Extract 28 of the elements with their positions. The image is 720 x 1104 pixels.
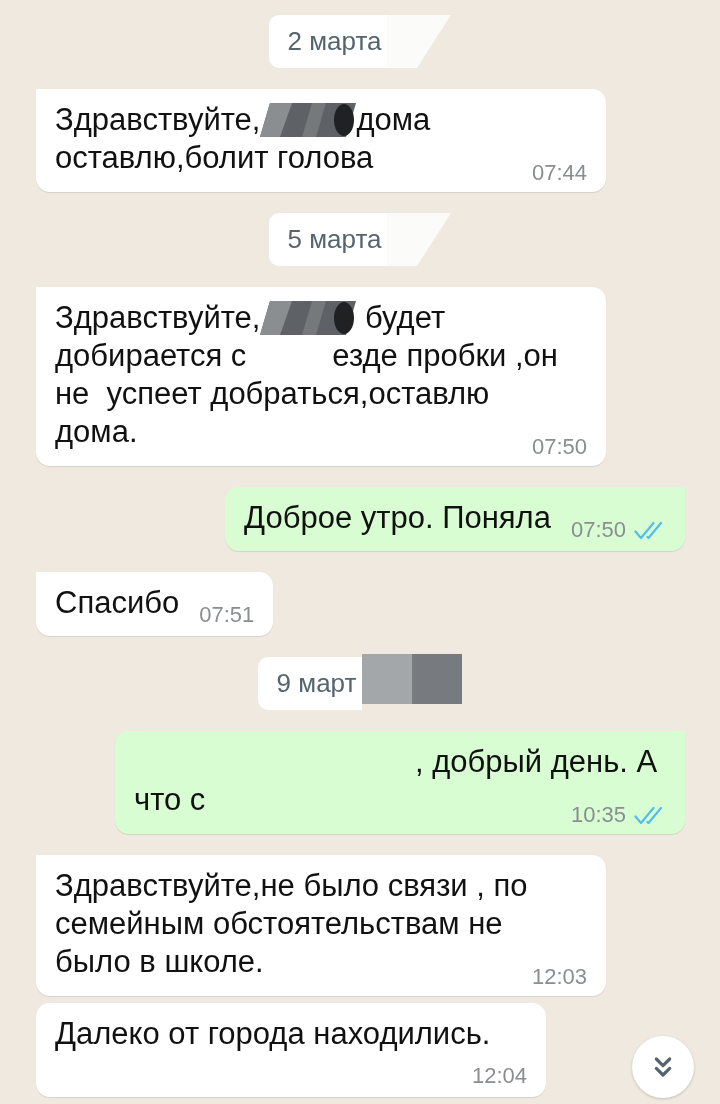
message-time: 10:35 [570,802,626,828]
message-text: дома. [55,413,138,451]
message-text: дома [356,101,431,139]
scroll-down-button[interactable] [632,1036,694,1098]
date-chip: 2 марта [268,15,388,68]
message-text: , добрый день. А [415,743,658,781]
date-chip: 9 март [257,657,363,710]
message-text: Здравствуйте,не было связи , по семейным обстоятельствам не было в школе. [55,867,528,981]
message-text: Здравствуйте, [55,101,261,139]
message-text: Далеко от города находились. [55,1015,491,1053]
redaction-smear [387,15,452,68]
message-time: 07:44 [531,160,587,186]
message-time: 12:03 [531,964,587,990]
message-time: 12:04 [471,1063,527,1089]
message-text: не успеет добраться,оставлю [55,375,490,413]
date-chip: 5 марта [268,213,388,266]
message-time: 07:50 [570,517,626,543]
message-text: оставлю,болит голова [55,139,374,177]
message-text: езде пробки ,он [332,337,558,375]
message-text: Спасибо [55,584,180,622]
message-time: 07:50 [531,434,587,460]
message-text: что с [134,781,206,819]
message-text: Здравствуйте, [55,299,261,337]
redaction-smear [387,213,452,266]
message-text: будет [364,299,446,337]
message-text: Доброе утро. Поняла [244,499,551,537]
message-time: 07:51 [199,602,255,628]
message-text: добирается с [55,337,247,375]
